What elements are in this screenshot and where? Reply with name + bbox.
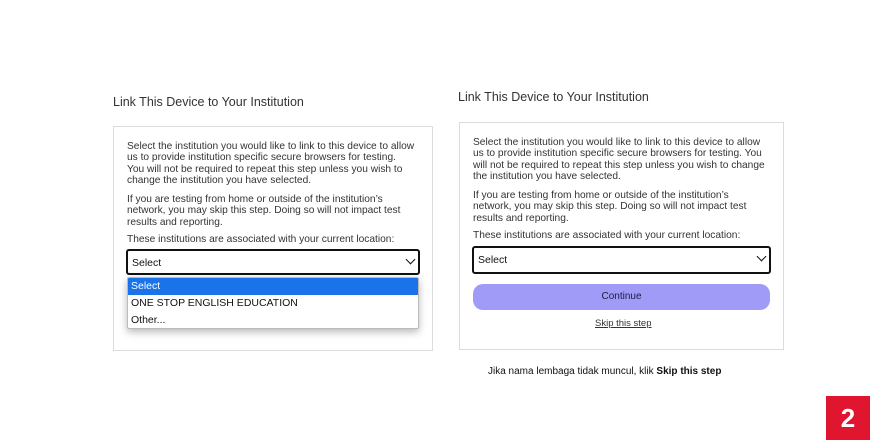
chevron-down-icon xyxy=(405,254,416,265)
right-location-text: These institutions are associated with y… xyxy=(473,230,741,241)
right-intro-text: Select the institution you would like to… xyxy=(473,137,765,183)
skip-this-step-link[interactable]: Skip this step xyxy=(595,318,652,329)
caption-bold-text: Skip this step xyxy=(656,366,722,377)
continue-button[interactable]: Continue xyxy=(473,284,770,310)
right-institution-card: Select the institution you would like to… xyxy=(459,122,784,350)
page-number-badge: 2 xyxy=(826,396,870,440)
right-skip-info-text: If you are testing from home or outside … xyxy=(473,190,747,224)
right-panel-title: Link This Device to Your Institution xyxy=(458,90,649,104)
left-location-text: These institutions are associated with y… xyxy=(127,234,395,245)
instruction-caption: Jika nama lembaga tidak muncul, klik Ski… xyxy=(488,366,721,377)
dropdown-option-one-stop-english[interactable]: ONE STOP ENGLISH EDUCATION xyxy=(128,295,418,312)
dropdown-option-other[interactable]: Other... xyxy=(128,312,418,328)
left-intro-text: Select the institution you would like to… xyxy=(127,141,415,187)
dropdown-option-select[interactable]: Select xyxy=(128,278,418,295)
left-select-value: Select xyxy=(132,257,162,269)
right-select-value: Select xyxy=(478,254,508,266)
right-institution-select[interactable]: Select xyxy=(472,246,771,274)
left-skip-info-text: If you are testing from home or outside … xyxy=(127,194,401,228)
left-panel-title: Link This Device to Your Institution xyxy=(113,95,304,109)
institution-dropdown-list[interactable]: Select ONE STOP ENGLISH EDUCATION Other.… xyxy=(127,277,419,329)
caption-text: Jika nama lembaga tidak muncul, klik xyxy=(488,366,657,377)
left-institution-select[interactable]: Select xyxy=(126,249,420,275)
chevron-down-icon xyxy=(756,251,767,262)
